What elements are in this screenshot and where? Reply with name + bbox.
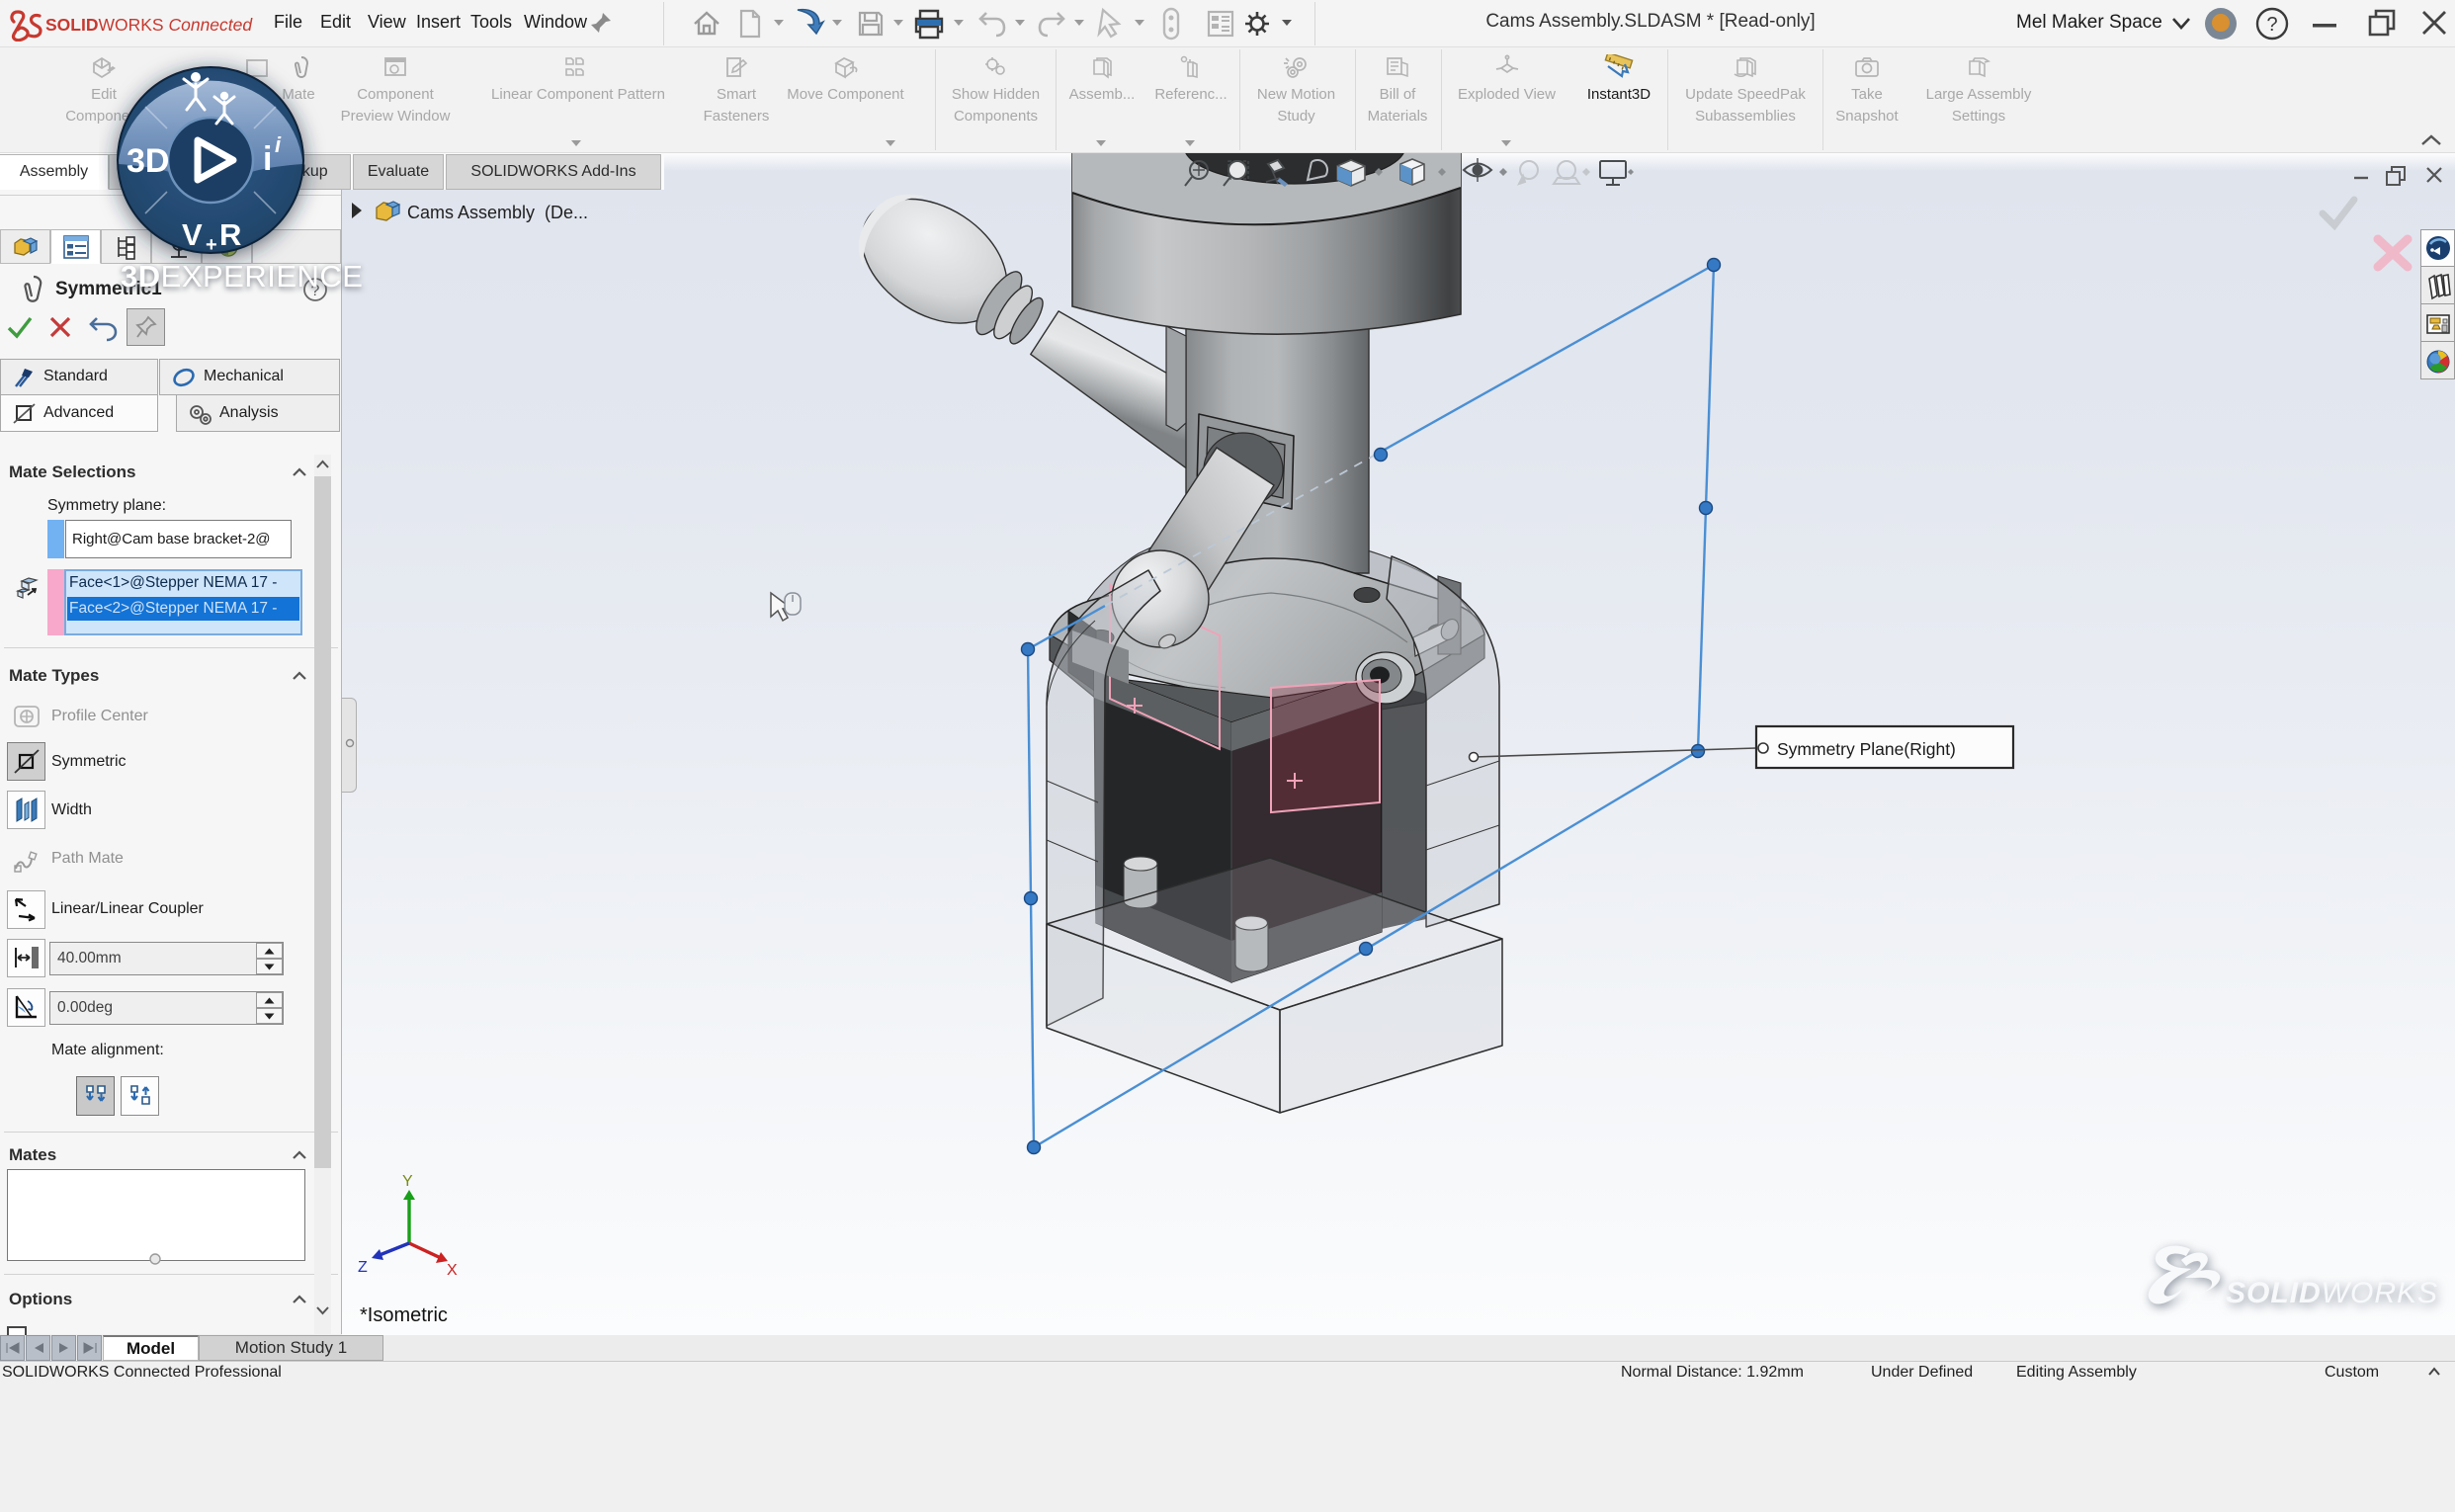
svg-text:?: ? (2266, 14, 2277, 36)
svg-text:Y: Y (402, 1173, 413, 1190)
svg-text:Symmetry Plane(Right): Symmetry Plane(Right) (1777, 739, 1956, 759)
svg-text:3D: 3D (127, 142, 169, 180)
svg-text:Z: Z (358, 1259, 368, 1276)
svg-text:SOLIDWORKS: SOLIDWORKS (2226, 1277, 2438, 1309)
svg-text:R: R (219, 217, 241, 252)
svg-text:V: V (182, 217, 203, 252)
svg-text:i: i (263, 140, 272, 178)
svg-text:SOLIDWORKS Connected: SOLIDWORKS Connected (45, 15, 253, 35)
svg-text:+: + (206, 234, 217, 256)
svg-text:i: i (275, 132, 282, 157)
svg-text:X: X (447, 1262, 458, 1279)
